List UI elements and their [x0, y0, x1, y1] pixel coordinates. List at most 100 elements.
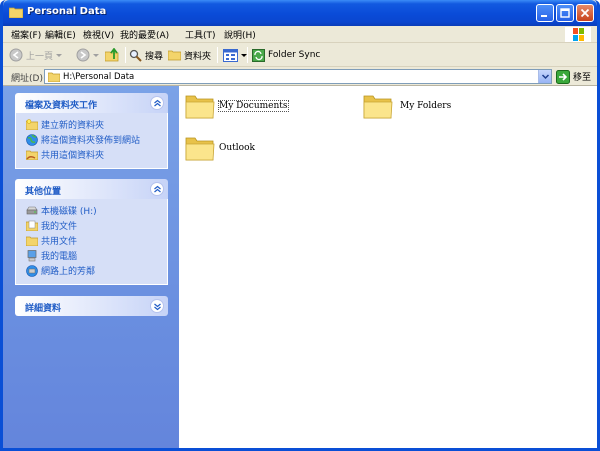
folder-sync-icon	[252, 48, 265, 62]
search-button[interactable]: 搜尋	[129, 47, 163, 63]
chevron-down-icon	[541, 74, 550, 80]
expand-button[interactable]	[150, 299, 164, 313]
folder-my-folders[interactable]: My Folders	[363, 92, 451, 119]
place-network[interactable]: 網路上的芳鄰	[26, 263, 167, 278]
explorer-window: Personal Data 檔案(F) 編輯(E) 檢視(V) 我的最愛(A) …	[0, 0, 600, 451]
panel-title: 詳細資料	[25, 304, 62, 314]
views-icon	[223, 48, 238, 62]
up-folder-button[interactable]	[105, 47, 120, 63]
back-button[interactable]: 上一頁	[9, 47, 63, 63]
menu-bar: 檔案(F) 編輯(E) 檢視(V) 我的最愛(A) 工具(T) 說明(H)	[3, 26, 597, 43]
task-publish-web[interactable]: 將這個資料夾發佈到網站	[26, 132, 167, 147]
address-dropdown-button[interactable]	[538, 70, 551, 83]
file-folder-tasks-panel: 檔案及資料夾工作 建立新的資料夾 將這個資料夾發佈到網站 共用這個資料夾	[15, 93, 168, 169]
folder-icon	[26, 236, 38, 246]
place-label: 我的電腦	[41, 252, 78, 262]
go-label: 移至	[573, 73, 592, 83]
chevron-up-icon	[154, 185, 161, 193]
panel-header[interactable]: 檔案及資料夾工作	[15, 93, 168, 113]
folder-name: My Folders	[400, 100, 452, 111]
chevron-down-icon	[56, 54, 63, 57]
address-bar: 網址(D) H:\Personal Data 移至	[3, 67, 597, 86]
panel-header[interactable]: 其他位置	[15, 179, 168, 199]
back-label: 上一頁	[26, 51, 54, 62]
task-label: 將這個資料夾發佈到網站	[41, 136, 141, 146]
place-local-disk[interactable]: 本機磁碟 (H:)	[26, 203, 167, 218]
toolbar: 上一頁 搜尋 資料夾 Folder Sync	[3, 43, 597, 67]
menu-help[interactable]: 說明(H)	[224, 28, 256, 41]
back-arrow-icon	[9, 48, 23, 62]
folders-label: 資料夾	[184, 51, 212, 62]
my-documents-icon	[26, 220, 38, 231]
details-panel: 詳細資料	[15, 296, 168, 316]
folder-name: Outlook	[219, 142, 255, 153]
collapse-button[interactable]	[150, 96, 164, 110]
up-folder-icon	[105, 48, 119, 62]
place-label: 本機磁碟 (H:)	[41, 207, 97, 217]
close-button[interactable]	[576, 4, 594, 22]
address-label: 網址(D)	[11, 74, 43, 84]
folder-icon	[185, 95, 215, 119]
folder-sync-button[interactable]: Folder Sync	[252, 47, 320, 63]
drive-icon	[26, 206, 38, 214]
task-label: 共用這個資料夾	[41, 151, 105, 161]
place-label: 網路上的芳鄰	[41, 267, 96, 277]
maximize-button[interactable]	[556, 4, 574, 22]
views-button[interactable]	[223, 47, 247, 63]
task-label: 建立新的資料夾	[41, 121, 105, 131]
folder-name: My Documents	[218, 99, 289, 112]
toolbar-separator	[217, 47, 218, 63]
title-bar[interactable]: Personal Data	[3, 0, 597, 26]
toolbar-separator	[247, 47, 248, 63]
menu-tools[interactable]: 工具(T)	[185, 28, 216, 41]
folders-button[interactable]: 資料夾	[168, 47, 211, 63]
minimize-icon	[541, 15, 547, 17]
shared-folder-icon	[26, 150, 38, 160]
folder-my-documents[interactable]: My Documents	[185, 92, 289, 119]
panel-body: 建立新的資料夾 將這個資料夾發佈到網站 共用這個資料夾	[15, 113, 168, 169]
go-arrow-icon	[556, 69, 570, 84]
menu-favorites[interactable]: 我的最愛(A)	[120, 28, 169, 41]
computer-icon	[27, 249, 37, 261]
chevron-down-icon	[93, 54, 99, 57]
address-input[interactable]: H:\Personal Data	[44, 69, 552, 84]
forward-button[interactable]	[76, 47, 99, 63]
forward-arrow-icon	[76, 48, 90, 62]
search-icon	[129, 49, 142, 62]
place-label: 我的文件	[41, 222, 78, 232]
place-my-computer[interactable]: 我的電腦	[26, 248, 167, 263]
panel-header[interactable]: 詳細資料	[15, 296, 168, 316]
folder-icon	[185, 137, 215, 161]
windows-logo-icon	[565, 27, 591, 42]
collapse-button[interactable]	[150, 182, 164, 196]
go-button[interactable]: 移至	[556, 69, 591, 84]
window-title: Personal Data	[27, 6, 107, 17]
place-label: 共用文件	[41, 237, 78, 247]
globe-icon	[26, 133, 38, 146]
menu-view[interactable]: 檢視(V)	[83, 28, 114, 41]
panel-title: 其他位置	[25, 187, 62, 197]
place-my-documents[interactable]: 我的文件	[26, 218, 167, 233]
panel-body: 本機磁碟 (H:) 我的文件 共用文件 我的電腦 網路上的芳鄰	[15, 199, 168, 285]
network-icon	[26, 264, 38, 277]
task-new-folder[interactable]: 建立新的資料夾	[26, 117, 167, 132]
folder-icon	[9, 7, 23, 18]
minimize-button[interactable]	[536, 4, 554, 22]
menu-edit[interactable]: 編輯(E)	[45, 28, 76, 41]
search-label: 搜尋	[145, 51, 164, 62]
task-share-folder[interactable]: 共用這個資料夾	[26, 147, 167, 162]
folder-sync-label: Folder Sync	[268, 50, 321, 60]
toolbar-separator	[125, 47, 126, 63]
maximize-icon	[560, 8, 570, 18]
folder-icon	[48, 72, 60, 82]
folder-icon	[363, 95, 393, 119]
folder-icon	[168, 50, 181, 61]
new-folder-icon	[26, 119, 38, 130]
folder-view: My Documents My Folders Outlook	[179, 86, 597, 448]
panel-title: 檔案及資料夾工作	[25, 101, 98, 111]
task-pane: 檔案及資料夾工作 建立新的資料夾 將這個資料夾發佈到網站 共用這個資料夾 其他位…	[3, 86, 179, 448]
place-shared-documents[interactable]: 共用文件	[26, 233, 167, 248]
folder-outlook[interactable]: Outlook	[185, 134, 255, 161]
menu-file[interactable]: 檔案(F)	[11, 28, 41, 41]
close-icon	[580, 8, 590, 18]
